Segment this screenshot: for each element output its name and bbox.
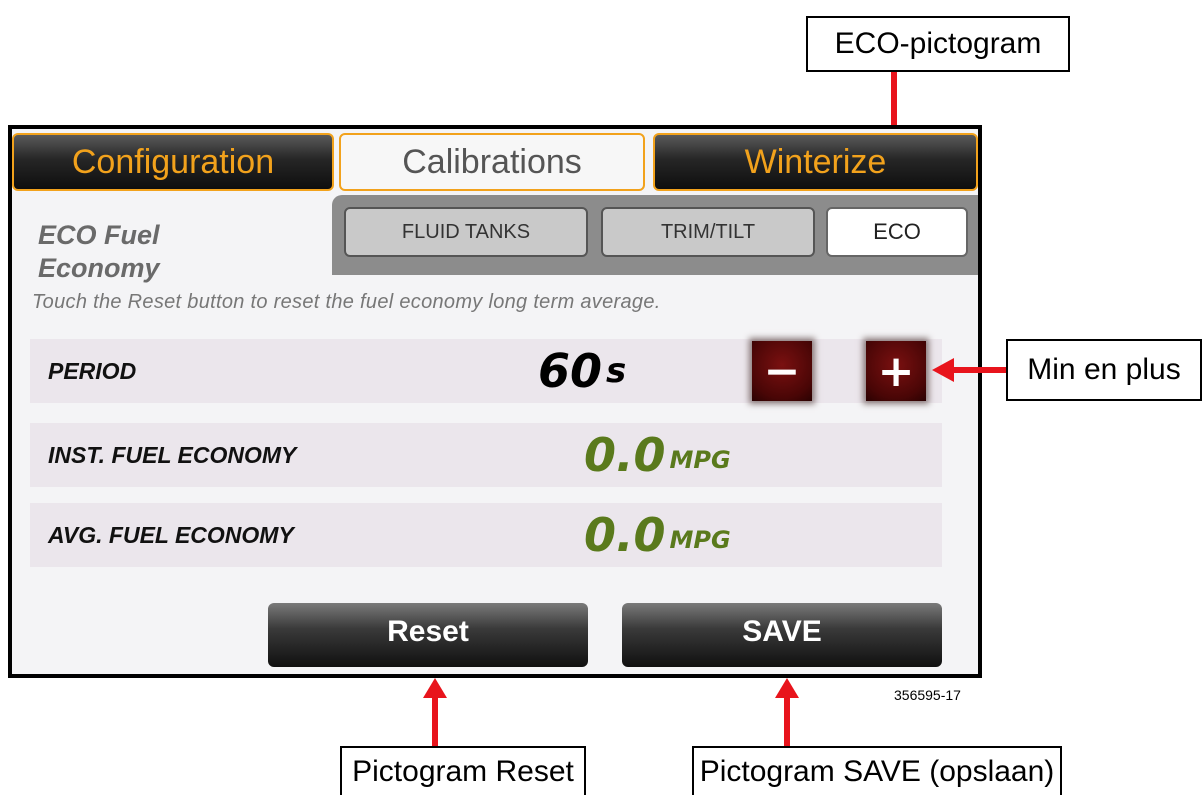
arrow-save: [784, 696, 790, 748]
callout-minplus-text: Min en plus: [1027, 353, 1181, 386]
subtab-eco[interactable]: ECO: [826, 207, 968, 257]
minus-icon: −: [763, 345, 801, 397]
tab-configuration[interactable]: Configuration: [12, 133, 334, 191]
avg-fuel-economy-row: AVG. FUEL ECONOMY 0.0 MPG: [30, 503, 942, 567]
hint-text: Touch the Reset button to reset the fuel…: [32, 291, 661, 313]
reset-button-label: Reset: [387, 615, 469, 648]
tab-winterize[interactable]: Winterize: [653, 133, 978, 191]
tab-configuration-label: Configuration: [71, 142, 275, 181]
avg-fuel-economy-value: 0.0 MPG: [584, 503, 731, 567]
subtab-trim-tilt-label: TRIM/TILT: [660, 220, 756, 243]
device-screen: Configuration Calibrations Winterize ECO…: [8, 125, 982, 678]
period-value: 60 s: [538, 339, 626, 403]
inst-fuel-economy-label: INST. FUEL ECONOMY: [48, 441, 297, 468]
callout-pictogram-save: Pictogram SAVE (opslaan): [692, 746, 1062, 795]
avg-fuel-economy-unit: MPG: [669, 526, 731, 554]
reset-button[interactable]: Reset: [268, 603, 588, 667]
tab-calibrations[interactable]: Calibrations: [339, 133, 645, 191]
period-number: 60: [538, 344, 603, 398]
page-title: ECO Fuel Economy: [38, 219, 160, 285]
save-button[interactable]: SAVE: [622, 603, 942, 667]
avg-fuel-economy-label: AVG. FUEL ECONOMY: [48, 521, 294, 548]
period-row: PERIOD 60 s − +: [30, 339, 942, 403]
arrow-reset: [432, 696, 438, 748]
subtab-eco-label: ECO: [873, 219, 921, 244]
arrowhead-reset: [423, 678, 447, 698]
period-label: PERIOD: [48, 357, 137, 384]
period-unit: s: [606, 351, 627, 391]
tab-winterize-label: Winterize: [744, 142, 887, 181]
callout-eco-text: ECO-pictogram: [834, 27, 1042, 60]
inst-fuel-economy-row: INST. FUEL ECONOMY 0.0 MPG: [30, 423, 942, 487]
callout-min-en-plus: Min en plus: [1006, 339, 1202, 401]
arrowhead-minplus: [932, 358, 954, 382]
callout-pictogram-reset: Pictogram Reset: [340, 746, 586, 795]
callout-eco-pictogram: ECO-pictogram: [806, 16, 1070, 72]
subtab-fluid-tanks-label: FLUID TANKS: [401, 220, 531, 243]
tab-calibrations-label: Calibrations: [402, 142, 582, 181]
arrowhead-save: [775, 678, 799, 698]
figure-code: 356595-17: [894, 687, 961, 703]
inst-fuel-economy-value: 0.0 MPG: [584, 423, 731, 487]
avg-fuel-economy-number: 0.0: [584, 508, 666, 562]
subtab-fluid-tanks[interactable]: FLUID TANKS: [344, 207, 588, 257]
subtab-trim-tilt[interactable]: TRIM/TILT: [601, 207, 815, 257]
plus-button[interactable]: +: [866, 341, 926, 401]
minus-button[interactable]: −: [752, 341, 812, 401]
callout-save-text: Pictogram SAVE (opslaan): [699, 754, 1055, 788]
page-title-line2: Economy: [38, 253, 160, 283]
arrow-minplus: [952, 367, 1008, 373]
callout-reset-text: Pictogram Reset: [352, 754, 574, 788]
plus-icon: +: [877, 345, 915, 397]
inst-fuel-economy-unit: MPG: [669, 446, 731, 474]
inst-fuel-economy-number: 0.0: [584, 428, 666, 482]
save-button-label: SAVE: [742, 615, 822, 648]
page-title-line1: ECO Fuel: [38, 220, 160, 250]
subtab-bar: FLUID TANKS TRIM/TILT ECO: [332, 195, 978, 275]
